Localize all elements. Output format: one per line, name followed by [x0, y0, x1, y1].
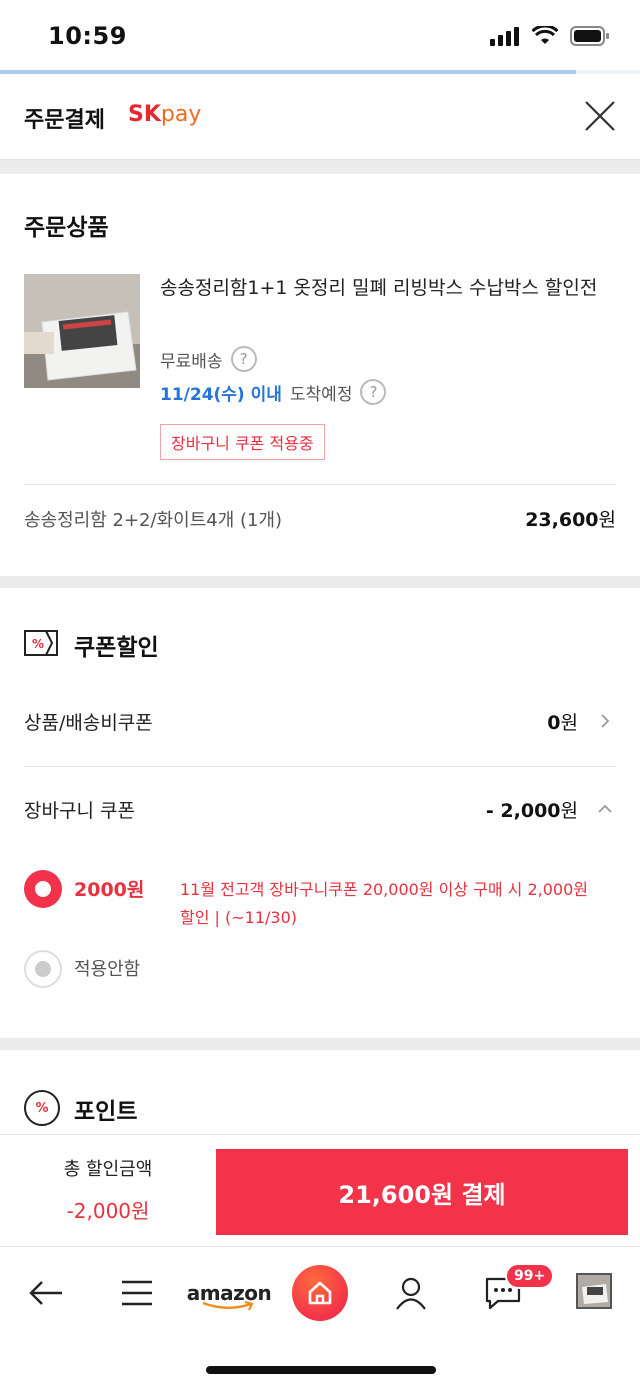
coupon-option-label[interactable]: 2000원: [74, 875, 144, 902]
back-button[interactable]: [22, 1265, 70, 1321]
order-section-title: 주문상품: [24, 215, 109, 241]
coupon-option-description: 11월 전고객 장바구니쿠폰 20,000원 이상 구매 시 2,000원 할인…: [180, 880, 588, 927]
arrival-date: 11/24(수) 이내: [160, 384, 282, 405]
my-page-button[interactable]: [390, 1265, 432, 1321]
user-icon: [396, 1277, 426, 1310]
shipping-text: 무료배송: [160, 351, 223, 372]
payment-bar: 총 할인금액 -2,000원 21,600원 결제: [0, 1134, 640, 1246]
header: 주문결제 SKpay: [0, 74, 640, 160]
status-time: 10:59: [48, 22, 127, 50]
product-name[interactable]: 송송정리함1+1 옷정리 밀폐 리빙박스 수납박스 할인전: [160, 272, 610, 304]
option-name: 송송정리함 2+2/화이트4개 (1개): [24, 510, 283, 531]
option-price: 23,600원: [525, 509, 616, 531]
arrival-text: 도착예정: [289, 384, 353, 405]
cart-coupon-label[interactable]: 장바구니 쿠폰: [24, 796, 135, 823]
close-icon[interactable]: [582, 98, 618, 134]
page-title: 주문결제: [24, 108, 105, 133]
bottom-nav: amazon 99+: [0, 1246, 640, 1386]
chat-badge: 99+: [505, 1263, 555, 1289]
section-separator: [0, 1038, 640, 1050]
help-icon[interactable]: ?: [230, 346, 257, 372]
amazon-logo: amazon: [187, 1281, 272, 1311]
product-coupon-value[interactable]: 0원: [547, 708, 578, 735]
amazon-smile-icon: [202, 1301, 254, 1311]
coupon-applied-badge: 장바구니 쿠폰 적용중: [160, 424, 325, 460]
help-icon[interactable]: ?: [360, 379, 387, 405]
battery-icon: [570, 26, 609, 46]
coupon-none-label[interactable]: 적용안함: [74, 955, 140, 981]
pay-button[interactable]: 21,600원 결제: [216, 1149, 628, 1235]
arrival-info: 11/24(수) 이내 도착예정 ?: [160, 379, 387, 405]
divider: [24, 484, 616, 485]
brand-sk: SK: [128, 102, 161, 127]
total-discount-label: 총 할인금액: [63, 1159, 153, 1180]
product-image[interactable]: [24, 274, 140, 388]
divider: [24, 766, 616, 767]
cart-coupon-value[interactable]: - 2,000원: [486, 796, 578, 823]
section-separator: [0, 576, 640, 588]
point-section-title: 포인트: [74, 1099, 138, 1125]
section-separator: [0, 160, 640, 174]
coupon-icon: %: [24, 630, 58, 656]
recent-product-thumbnail[interactable]: [576, 1273, 612, 1309]
amazon-button[interactable]: amazon: [186, 1265, 272, 1321]
status-icons: [490, 26, 610, 46]
home-icon: [308, 1281, 332, 1305]
menu-button[interactable]: [114, 1265, 160, 1321]
total-discount-value: -2,000원: [66, 1199, 150, 1223]
coupon-section-title: 쿠폰할인: [74, 635, 159, 661]
back-arrow-icon: [29, 1281, 62, 1305]
menu-icon: [122, 1280, 152, 1306]
wifi-icon: [532, 26, 558, 44]
svg-text:%: %: [32, 637, 44, 651]
coupon-radio-selected[interactable]: [24, 870, 62, 908]
chevron-up-icon[interactable]: [598, 802, 612, 816]
shipping-info: 무료배송 ?: [160, 346, 257, 372]
product-coupon-label[interactable]: 상품/배송비쿠폰: [24, 708, 153, 735]
signal-icon: [490, 27, 519, 46]
status-bar: 10:59: [0, 0, 640, 72]
home-indicator: [206, 1366, 436, 1374]
point-icon: %: [24, 1090, 60, 1126]
home-button[interactable]: [292, 1265, 348, 1321]
chevron-right-icon[interactable]: [598, 714, 612, 728]
coupon-radio-none[interactable]: [24, 950, 62, 988]
brand-pay: pay: [160, 102, 202, 127]
sk-pay-logo: SKpay: [128, 102, 201, 127]
